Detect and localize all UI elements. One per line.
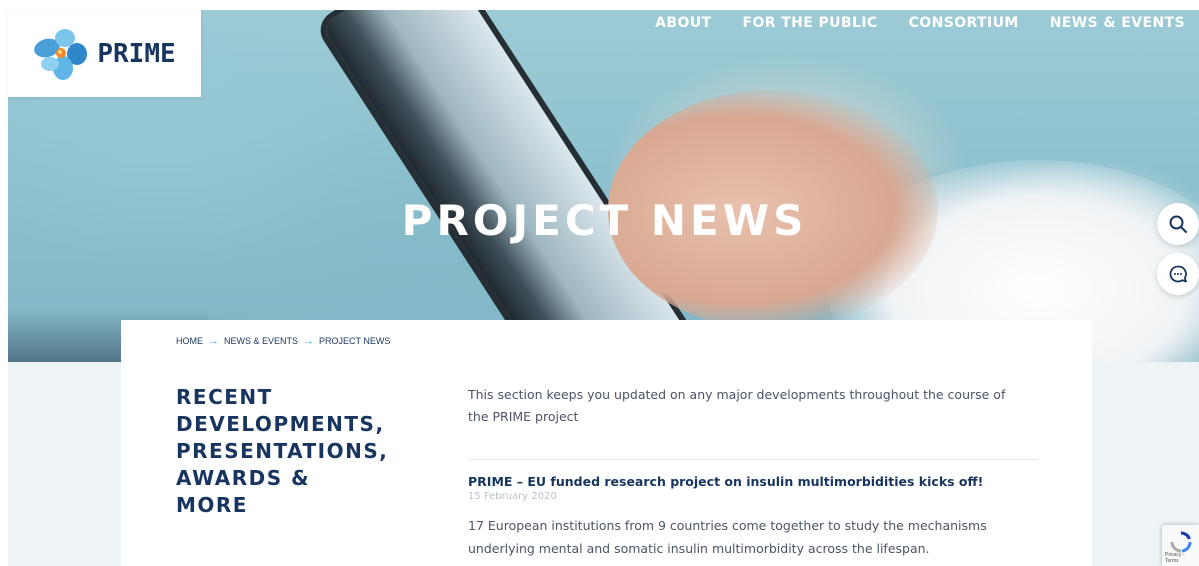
- breadcrumb-news-events[interactable]: NEWS & EVENTS: [224, 336, 298, 346]
- chat-icon: [1169, 265, 1187, 283]
- recaptcha-badge[interactable]: Privacy - Terms: [1162, 525, 1199, 566]
- nav-news-events[interactable]: NEWS & EVENTS: [1050, 15, 1185, 31]
- page-title: PROJECT NEWS: [401, 196, 808, 245]
- news-item-excerpt: 17 European institutions from 9 countrie…: [468, 518, 987, 556]
- recaptcha-icon: [1170, 531, 1192, 553]
- content-card: HOME → NEWS & EVENTS → PROJECT NEWS RECE…: [121, 320, 1092, 566]
- news-item-date: 15 February 2020: [468, 491, 557, 502]
- nav-for-the-public[interactable]: FOR THE PUBLIC: [742, 15, 877, 31]
- section-heading-line: PRESENTATIONS,: [176, 439, 389, 463]
- recaptcha-label: Privacy - Terms: [1165, 552, 1185, 564]
- section-heading-line: RECENT: [176, 385, 273, 409]
- logo-mark-icon: [33, 26, 93, 82]
- breadcrumb-home[interactable]: HOME: [176, 336, 203, 346]
- logo-wordmark: PRIME: [97, 38, 176, 69]
- arrow-right-icon: →: [303, 335, 315, 347]
- arrow-right-icon: →: [208, 335, 219, 347]
- section-heading-line: MORE: [176, 493, 248, 517]
- intro-text: This section keeps you updated on any ma…: [468, 387, 1006, 424]
- section-heading-line: DEVELOPMENTS,: [176, 412, 385, 436]
- breadcrumb: HOME → NEWS & EVENTS → PROJECT NEWS: [176, 335, 390, 347]
- divider: [468, 459, 1038, 460]
- search-button[interactable]: [1157, 203, 1199, 245]
- chat-button[interactable]: [1157, 253, 1199, 295]
- section-heading: RECENT DEVELOPMENTS, PRESENTATIONS, AWAR…: [176, 384, 416, 519]
- breadcrumb-current: PROJECT NEWS: [319, 336, 391, 346]
- search-icon: [1169, 215, 1187, 233]
- nav-consortium[interactable]: CONSORTIUM: [909, 15, 1019, 31]
- news-item-title[interactable]: PRIME – EU funded research project on in…: [468, 474, 983, 489]
- main-nav: ABOUT FOR THE PUBLIC CONSORTIUM NEWS & E…: [655, 15, 1185, 31]
- section-heading-line: AWARDS &: [176, 466, 311, 490]
- nav-about[interactable]: ABOUT: [655, 15, 711, 31]
- brand-logo[interactable]: PRIME: [8, 10, 201, 97]
